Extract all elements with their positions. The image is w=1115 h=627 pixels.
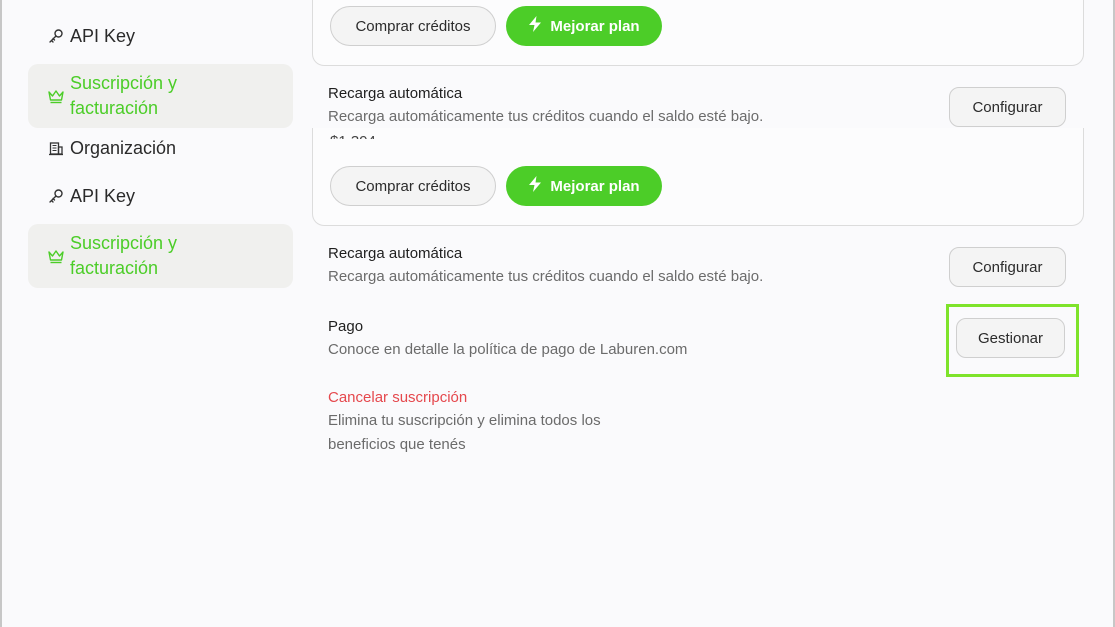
key-icon [46,26,66,46]
crown-icon [46,86,66,106]
upgrade-plan-button[interactable]: Mejorar plan [506,6,662,46]
auto-recharge-description: Recarga automáticamente tus créditos cua… [328,108,764,125]
sidebar-item-subscription[interactable]: Suscripción y facturación [28,64,293,128]
sidebar-item-api-key[interactable]: API Key [28,22,293,50]
cancel-subscription-description: Elimina tu suscripción y elimina todos l… [328,412,601,453]
sidebar-item-label: API Key [70,25,136,46]
auto-recharge-description: Recarga automáticamente tus créditos cua… [328,268,764,285]
sidebar-item-api-key[interactable]: API Key [28,182,293,210]
balance-amount: $1,394 [330,129,376,139]
manage-payment-button[interactable]: Gestionar [956,318,1065,358]
sidebar-item-label: Suscripción y facturación [70,73,178,118]
configure-button[interactable]: Configurar [949,247,1066,287]
sidebar-item-label: API Key [70,185,136,206]
auto-recharge-title: Recarga automática [328,85,463,102]
auto-recharge-title: Recarga automática [328,245,463,262]
payment-description: Conoce en detalle la política de pago de… [328,341,688,358]
payment-title: Pago [328,318,364,335]
upgrade-plan-label: Mejorar plan [550,17,640,35]
window-frame-left [0,0,2,627]
sidebar-item-organization[interactable]: Organización [28,134,293,162]
sidebar-item-subscription[interactable]: Suscripción y facturación [28,224,293,288]
buy-credits-button[interactable]: Comprar créditos [330,6,496,46]
lightning-icon [528,176,542,196]
upgrade-plan-button[interactable]: Mejorar plan [506,166,662,206]
upgrade-plan-label: Mejorar plan [550,177,640,195]
buy-credits-button[interactable]: Comprar créditos [330,166,496,206]
crown-icon [46,246,66,266]
sidebar-item-label: Suscripción y facturación [70,233,178,278]
configure-button[interactable]: Configurar [949,87,1066,127]
sidebar-item-label: Organización [70,137,177,158]
key-icon [46,186,66,206]
cancel-subscription-link[interactable]: Cancelar suscripción [328,389,467,406]
lightning-icon [528,16,542,36]
building-icon [46,138,66,158]
